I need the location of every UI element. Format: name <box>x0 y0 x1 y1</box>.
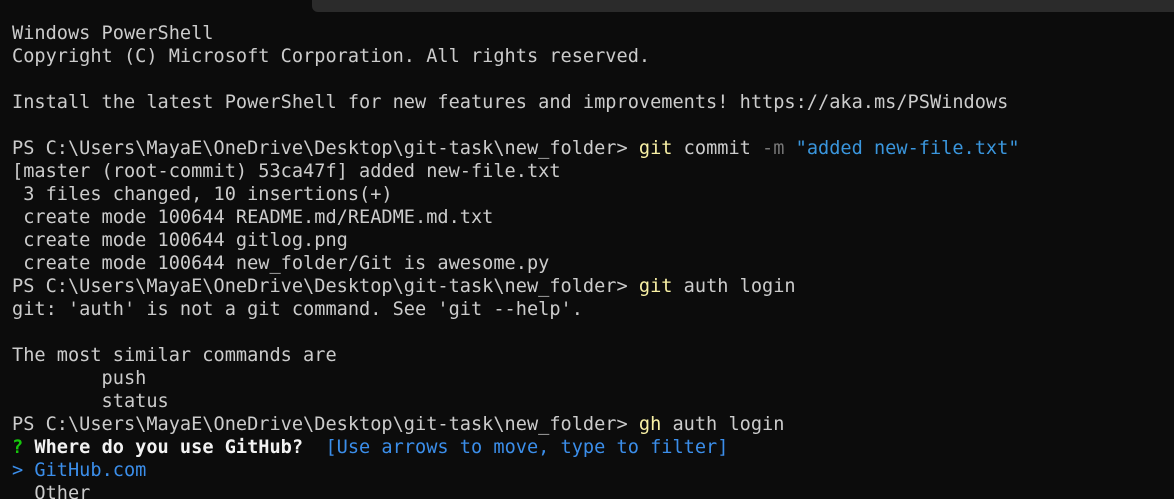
title-bar <box>0 0 1174 12</box>
question-text: Where do you use GitHub? <box>23 437 326 458</box>
prompt: PS C:\Users\MayaE\OneDrive\Desktop\git-t… <box>12 276 639 297</box>
command-line: PS C:\Users\MayaE\OneDrive\Desktop\git-t… <box>12 413 1168 436</box>
output-line: push <box>12 368 147 389</box>
output-line: The most similar commands are <box>12 345 337 366</box>
output-line: 3 files changed, 10 insertions(+) <box>12 184 393 205</box>
output-line: create mode 100644 README.md/README.md.t… <box>12 207 494 228</box>
header-line: Install the latest PowerShell for new fe… <box>12 92 1009 113</box>
prompt: PS C:\Users\MayaE\OneDrive\Desktop\git-t… <box>12 414 639 435</box>
command-line: PS C:\Users\MayaE\OneDrive\Desktop\git-t… <box>12 275 1168 298</box>
output-line: status <box>12 391 169 412</box>
command-string: "added new-file.txt" <box>784 138 1020 159</box>
command-exe: git <box>638 138 673 159</box>
header-line <box>12 114 1168 137</box>
output-line: create mode 100644 gitlog.png <box>12 230 348 251</box>
header-line: Windows PowerShell <box>12 23 214 44</box>
command-args: commit <box>672 138 763 159</box>
command-exe: git <box>638 276 673 297</box>
command-line: PS C:\Users\MayaE\OneDrive\Desktop\git-t… <box>12 137 1168 160</box>
question-hint: [Use arrows to move, type to filter] <box>325 437 729 458</box>
command-args: auth login <box>672 276 796 297</box>
output-line: [master (root-commit) 53ca47f] added new… <box>12 161 561 182</box>
command-args: auth login <box>661 414 785 435</box>
prompt-question: ? Where do you use GitHub? [Use arrows t… <box>12 436 1168 459</box>
option-other[interactable]: Other <box>12 482 1168 499</box>
command-flag: -m <box>762 138 785 159</box>
tab-strip[interactable] <box>312 0 1174 12</box>
header-line <box>12 68 1168 91</box>
option-label: GitHub.com <box>23 460 147 481</box>
prompt: PS C:\Users\MayaE\OneDrive\Desktop\git-t… <box>12 138 639 159</box>
command-exe: gh <box>638 414 662 435</box>
selection-caret-icon: > <box>12 460 24 481</box>
header-line: Copyright (C) Microsoft Corporation. All… <box>12 46 651 67</box>
question-mark-icon: ? <box>12 437 24 458</box>
output-line: create mode 100644 new_folder/Git is awe… <box>12 253 550 274</box>
terminal-output[interactable]: Windows PowerShell Copyright (C) Microso… <box>12 22 1168 499</box>
output-line: git: 'auth' is not a git command. See 'g… <box>12 299 583 320</box>
option-github-com[interactable]: > GitHub.com <box>12 459 1168 482</box>
